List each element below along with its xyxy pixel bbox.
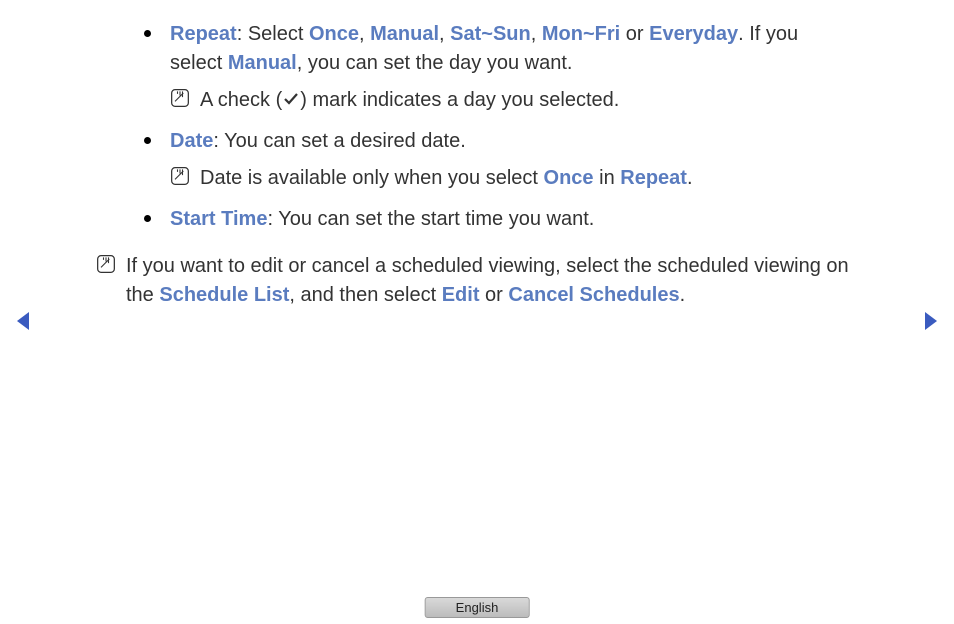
- repeat-text: Repeat: Select Once, Manual, Sat~Sun, Mo…: [170, 23, 798, 74]
- bullet-dot-icon: [144, 215, 151, 222]
- repeat-label: Repeat: [170, 23, 237, 45]
- bullet-date: Date: You can set a desired date. Date i…: [140, 127, 854, 193]
- note-icon: [96, 254, 116, 283]
- start-time-text: Start Time: You can set the start time y…: [170, 208, 594, 230]
- repeat-note: A check () mark indicates a day you sele…: [170, 86, 854, 115]
- edit-cancel-note-text: If you want to edit or cancel a schedule…: [126, 255, 849, 306]
- nav-prev-button[interactable]: [14, 310, 32, 338]
- date-note: Date is available only when you select O…: [170, 164, 854, 193]
- checkmark-icon: [283, 86, 299, 115]
- bullet-dot-icon: [144, 137, 151, 144]
- nav-next-button[interactable]: [922, 310, 940, 338]
- bullet-repeat: Repeat: Select Once, Manual, Sat~Sun, Mo…: [140, 20, 854, 115]
- date-note-text: Date is available only when you select O…: [200, 167, 693, 189]
- repeat-note-text: A check () mark indicates a day you sele…: [200, 89, 619, 111]
- edit-cancel-note: If you want to edit or cancel a schedule…: [96, 252, 854, 310]
- language-indicator[interactable]: English: [425, 597, 530, 618]
- document-body: Repeat: Select Once, Manual, Sat~Sun, Mo…: [0, 0, 954, 310]
- bullet-dot-icon: [144, 30, 151, 37]
- date-text: Date: You can set a desired date.: [170, 130, 466, 152]
- language-label: English: [456, 600, 499, 615]
- start-time-label: Start Time: [170, 208, 267, 230]
- date-label: Date: [170, 130, 213, 152]
- note-icon: [170, 166, 190, 195]
- note-icon: [170, 88, 190, 117]
- bullet-start-time: Start Time: You can set the start time y…: [140, 205, 854, 234]
